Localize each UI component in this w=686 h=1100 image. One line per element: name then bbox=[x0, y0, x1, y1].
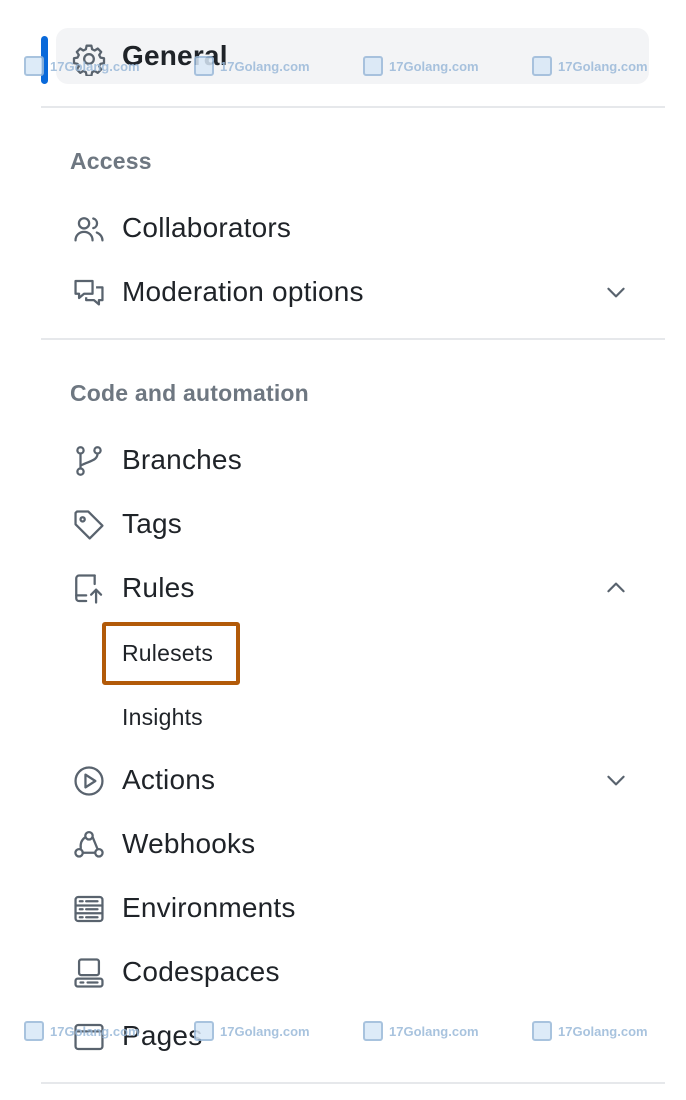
sidebar-item-codespaces[interactable]: Codespaces bbox=[56, 944, 649, 1000]
sidebar-item-tags[interactable]: Tags bbox=[56, 496, 649, 552]
watermark: 17Golang.com bbox=[532, 56, 648, 76]
watermark: 17Golang.com bbox=[363, 1021, 479, 1041]
watermark-logo-icon bbox=[363, 56, 383, 76]
section-heading-access: Access bbox=[70, 148, 152, 174]
git-branch-icon bbox=[70, 444, 108, 478]
watermark-logo-icon bbox=[532, 1021, 552, 1041]
watermark: 17Golang.com bbox=[194, 1021, 310, 1041]
watermark-logo-icon bbox=[194, 56, 214, 76]
sidebar-item-environments[interactable]: Environments bbox=[56, 880, 649, 936]
section-heading-code-and-automation: Code and automation bbox=[70, 380, 309, 406]
settings-sidebar: General Access Collaborators Moderation … bbox=[0, 0, 686, 1100]
sidebar-item-rules[interactable]: Rules bbox=[56, 560, 649, 616]
sidebar-item-label: Collaborators bbox=[122, 212, 292, 243]
repo-push-icon bbox=[70, 572, 108, 606]
sidebar-item-moderation-options[interactable]: Moderation options bbox=[56, 264, 649, 320]
watermark-logo-icon bbox=[532, 56, 552, 76]
watermark-logo-icon bbox=[194, 1021, 214, 1041]
watermark: 17Golang.com bbox=[532, 1021, 648, 1041]
comment-discussion-icon bbox=[70, 276, 108, 310]
sidebar-item-branches[interactable]: Branches bbox=[56, 432, 649, 488]
sidebar-subitem-insights[interactable]: Insights bbox=[122, 704, 203, 731]
sidebar-item-label: Actions bbox=[122, 764, 216, 795]
chevron-down-icon[interactable] bbox=[603, 279, 629, 305]
watermark: 17Golang.com bbox=[24, 1021, 140, 1041]
sidebar-subitem-rulesets[interactable]: Rulesets bbox=[122, 640, 213, 667]
sidebar-item-actions[interactable]: Actions bbox=[56, 752, 649, 808]
watermark: 17Golang.com bbox=[363, 56, 479, 76]
webhook-icon bbox=[70, 828, 108, 862]
divider bbox=[41, 338, 665, 340]
sidebar-item-label: Codespaces bbox=[122, 956, 280, 987]
chevron-up-icon[interactable] bbox=[603, 575, 629, 601]
sidebar-item-label: Environments bbox=[122, 892, 296, 923]
people-icon bbox=[70, 212, 108, 246]
sidebar-item-label: Rules bbox=[122, 572, 195, 603]
sidebar-item-label: Branches bbox=[122, 444, 242, 475]
watermark-logo-icon bbox=[24, 56, 44, 76]
watermark-logo-icon bbox=[24, 1021, 44, 1041]
sidebar-item-collaborators[interactable]: Collaborators bbox=[56, 200, 649, 256]
play-icon bbox=[70, 764, 108, 798]
sidebar-item-label: Moderation options bbox=[122, 276, 364, 307]
server-icon bbox=[70, 892, 108, 926]
sidebar-item-label: Tags bbox=[122, 508, 182, 539]
divider bbox=[41, 1082, 665, 1084]
sidebar-item-webhooks[interactable]: Webhooks bbox=[56, 816, 649, 872]
chevron-down-icon[interactable] bbox=[603, 767, 629, 793]
codespaces-icon bbox=[70, 956, 108, 990]
tag-icon bbox=[70, 508, 108, 542]
sidebar-item-label: Webhooks bbox=[122, 828, 256, 859]
watermark: 17Golang.com bbox=[24, 56, 140, 76]
watermark-logo-icon bbox=[363, 1021, 383, 1041]
watermark: 17Golang.com bbox=[194, 56, 310, 76]
divider bbox=[41, 106, 665, 108]
